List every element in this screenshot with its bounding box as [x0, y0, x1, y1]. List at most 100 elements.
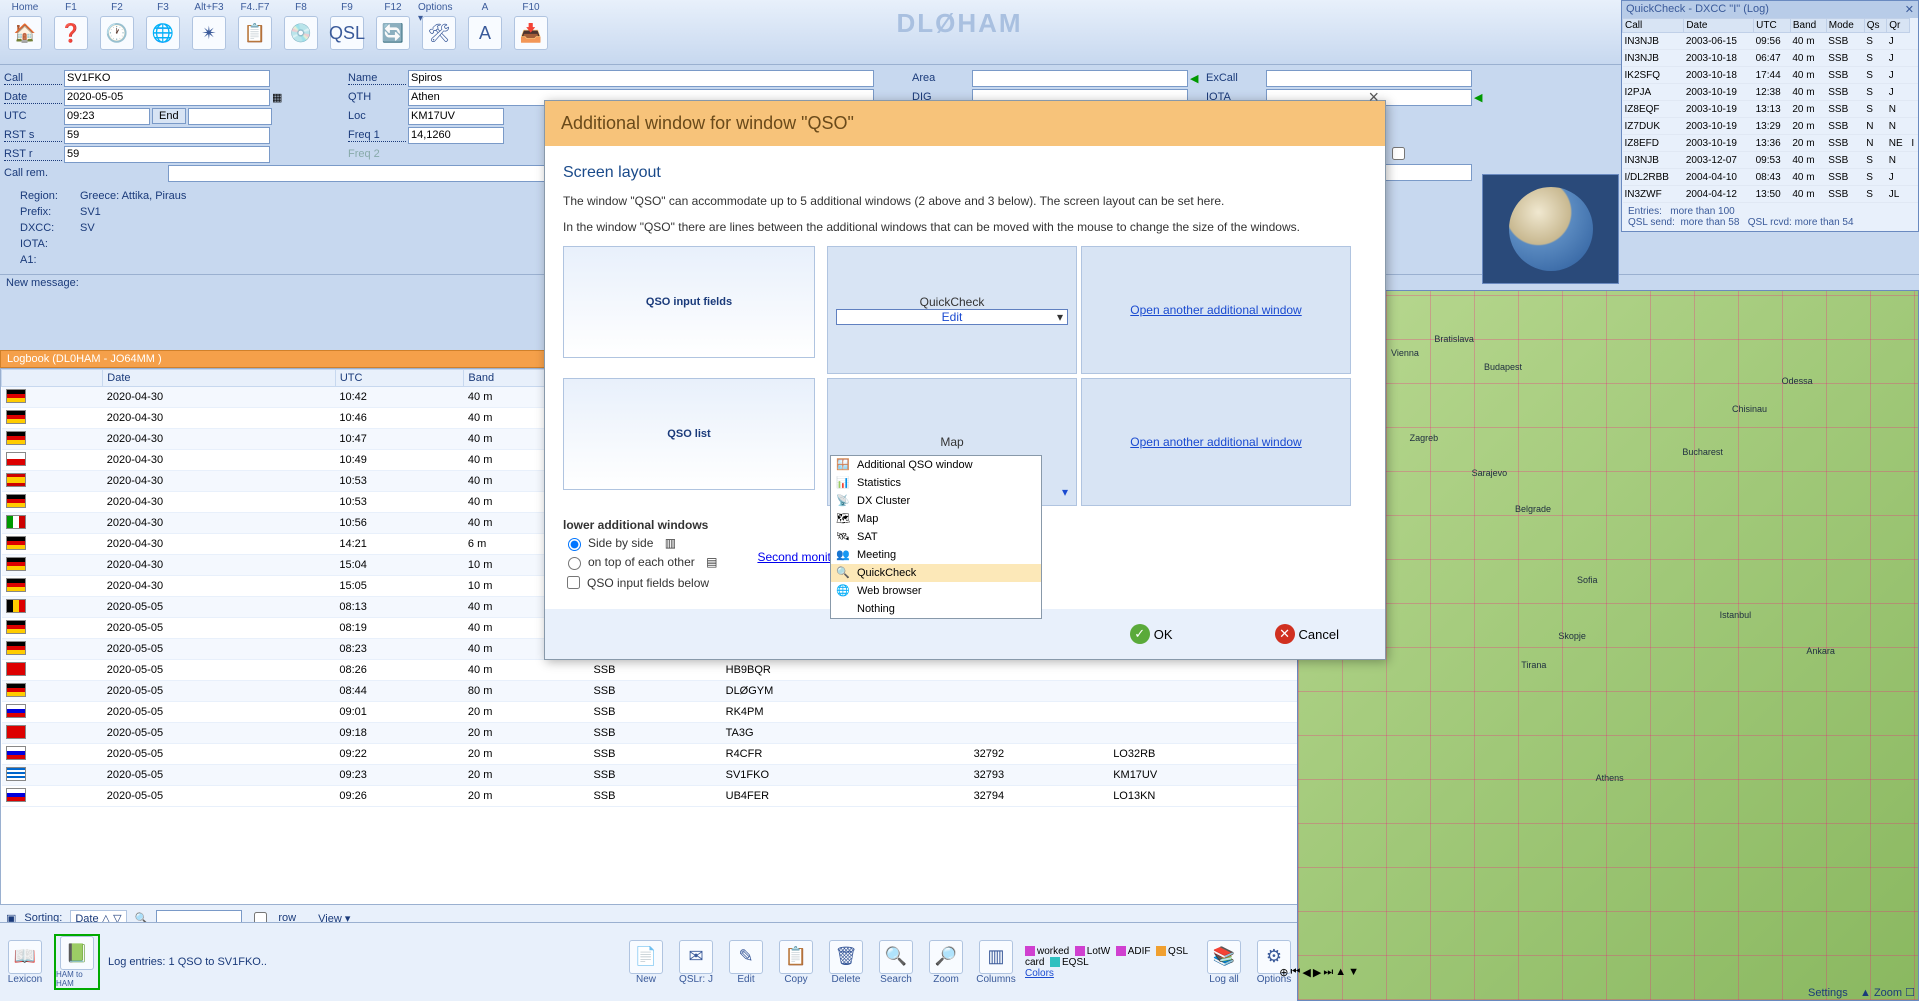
- area-dropdown-icon[interactable]: ◀: [1190, 72, 1198, 85]
- table-row[interactable]: 2020-05-0508:4480 mSSBDLØGYM: [2, 681, 1298, 702]
- search-button[interactable]: 🔍Search: [875, 940, 917, 985]
- map-up-icon[interactable]: ▲: [1335, 966, 1346, 979]
- map-zoom[interactable]: ▲ Zoom ☐: [1860, 987, 1915, 999]
- map-tool-icon[interactable]: ⊕: [1279, 966, 1288, 979]
- ontop-radio[interactable]: [568, 557, 581, 570]
- map-down-icon[interactable]: ▼: [1348, 966, 1359, 979]
- table-row[interactable]: 2020-05-0509:2220 mSSBR4CFR32792LO32RB: [2, 744, 1298, 765]
- table-row[interactable]: 2020-05-0508:2640 mSSBHB9BQR: [2, 660, 1298, 681]
- utc-end-input[interactable]: [188, 108, 272, 125]
- ok-checkbox[interactable]: [1392, 146, 1405, 161]
- map-prev-icon[interactable]: ◀: [1302, 966, 1310, 979]
- qc-row[interactable]: IZ7DUK2003-10-1913:2920 mSSBNN: [1623, 118, 1919, 135]
- ok-button[interactable]: ✓OK: [1124, 623, 1179, 645]
- dropdown-item[interactable]: 🔍QuickCheck: [831, 564, 1041, 582]
- rsts-label[interactable]: RST s: [4, 129, 62, 142]
- log-col[interactable]: Date: [103, 370, 336, 387]
- logall-button[interactable]: 📚Log all: [1203, 940, 1245, 985]
- colors-link[interactable]: Colors: [1025, 968, 1054, 979]
- dropdown-item[interactable]: Nothing: [831, 600, 1041, 618]
- qc-row[interactable]: IK2SFQ2003-10-1817:4440 mSSBSJ: [1623, 67, 1919, 84]
- map-last-icon[interactable]: ⏭: [1323, 966, 1333, 979]
- modal-close-icon[interactable]: ×: [1368, 87, 1379, 108]
- rstr-label[interactable]: RST r: [4, 148, 62, 161]
- toolbar-F3[interactable]: F3🌐: [142, 2, 184, 50]
- columns-button[interactable]: ▥Columns: [975, 940, 1017, 985]
- toolbar-Options ▾[interactable]: Options ▾🛠: [418, 2, 460, 50]
- ham2ham-button[interactable]: 📗HAM to HAM: [54, 934, 100, 990]
- toolbar-F2[interactable]: F2🕐: [96, 2, 138, 50]
- table-row[interactable]: 2020-05-0509:2320 mSSBSV1FKO32793KM17UV: [2, 765, 1298, 786]
- name-input[interactable]: [408, 70, 874, 87]
- lexicon-button[interactable]: 📖Lexicon: [4, 940, 46, 985]
- date-picker-icon[interactable]: ▦: [272, 91, 282, 104]
- quickcheck-close-icon[interactable]: ✕: [1905, 3, 1914, 16]
- qc-row[interactable]: IN3ZWF2004-04-1213:5040 mSSBSJL: [1623, 186, 1919, 203]
- zoom-button[interactable]: 🔎Zoom: [925, 940, 967, 985]
- rstr-input[interactable]: [64, 146, 270, 163]
- table-row[interactable]: 2020-05-0509:2620 mSSBUB4FER32794LO13KN: [2, 786, 1298, 807]
- map-edit-dropdown-icon[interactable]: ▾: [1062, 485, 1068, 499]
- qc-row[interactable]: IN3NJB2003-10-1806:4740 mSSBSJ: [1623, 50, 1919, 67]
- log-col[interactable]: UTC: [335, 370, 464, 387]
- map-controls[interactable]: Settings ▲ Zoom ☐: [1808, 986, 1915, 999]
- rsts-input[interactable]: [64, 127, 270, 144]
- copy-button[interactable]: 📋Copy: [775, 940, 817, 985]
- qc-row[interactable]: IZ8EFD2003-10-1913:3620 mSSBNNEI: [1623, 135, 1919, 152]
- qslr-button[interactable]: ✉QSLr: J: [675, 940, 717, 985]
- edit-button[interactable]: ✎Edit: [725, 940, 767, 985]
- utc-input[interactable]: [64, 108, 150, 125]
- dropdown-item[interactable]: 🛰SAT: [831, 528, 1041, 546]
- toolbar-F10[interactable]: F10📥: [510, 2, 552, 50]
- sidebyside-radio[interactable]: [568, 538, 581, 551]
- below-checkbox[interactable]: [567, 576, 580, 589]
- excall-input[interactable]: [1266, 70, 1472, 87]
- toolbar-A[interactable]: AA: [464, 2, 506, 50]
- dropdown-item[interactable]: 👥Meeting: [831, 546, 1041, 564]
- new-button[interactable]: 📄New: [625, 940, 667, 985]
- freq1-input[interactable]: [408, 127, 504, 144]
- dropdown-item[interactable]: 🌐Web browser: [831, 582, 1041, 600]
- open-another-link-2[interactable]: Open another additional window: [1130, 435, 1301, 449]
- dropdown-item[interactable]: 📊Statistics: [831, 474, 1041, 492]
- call-input[interactable]: [64, 70, 270, 87]
- freq1-label[interactable]: Freq 1: [348, 129, 406, 142]
- date-input[interactable]: [64, 89, 270, 106]
- area-input[interactable]: [972, 70, 1188, 87]
- call-label[interactable]: Call: [4, 72, 62, 85]
- log-col[interactable]: [2, 370, 103, 387]
- qc-row[interactable]: IZ8EQF2003-10-1913:1320 mSSBSN: [1623, 101, 1919, 118]
- toolbar-F4..F7[interactable]: F4..F7📋: [234, 2, 276, 50]
- toolbar-F9[interactable]: F9QSL: [326, 2, 368, 50]
- toolbar-F8[interactable]: F8💿: [280, 2, 322, 50]
- dropdown-item[interactable]: 🪟Additional QSO window: [831, 456, 1041, 474]
- quickcheck-edit-combo[interactable]: Edit: [836, 309, 1068, 325]
- toolbar-Home[interactable]: Home🏠: [4, 2, 46, 50]
- qc-row[interactable]: I2PJA2003-10-1912:3840 mSSBSJ: [1623, 84, 1919, 101]
- toolbar-F12[interactable]: F12🔄: [372, 2, 414, 50]
- dropdown-item[interactable]: 🗺Map: [831, 510, 1041, 528]
- table-row[interactable]: 2020-05-0509:0120 mSSBRK4PM: [2, 702, 1298, 723]
- open-another-link-1[interactable]: Open another additional window: [1130, 303, 1301, 317]
- table-row[interactable]: 2020-05-0509:1820 mSSBTA3G: [2, 723, 1298, 744]
- world-map[interactable]: ViennaBratislavaBudapestBelgradeBuchares…: [1297, 290, 1919, 1001]
- window-type-dropdown[interactable]: 🪟Additional QSO window📊Statistics📡DX Clu…: [830, 455, 1042, 619]
- quickcheck-label: QuickCheck: [920, 295, 985, 309]
- map-first-icon[interactable]: ⏮: [1290, 966, 1300, 979]
- map-next-icon[interactable]: ▶: [1313, 966, 1321, 979]
- date-label[interactable]: Date: [4, 91, 62, 104]
- map-nav: ⊕ ⏮ ◀ ▶ ⏭ ▲ ▼: [1279, 966, 1359, 979]
- delete-button[interactable]: 🗑Delete: [825, 940, 867, 985]
- qc-row[interactable]: I/DL2RBB2004-04-1008:4340 mSSBSJ: [1623, 169, 1919, 186]
- toolbar-F1[interactable]: F1❓: [50, 2, 92, 50]
- end-button[interactable]: End: [152, 108, 186, 124]
- qc-row[interactable]: IN3NJB2003-06-1509:5640 mSSBSJ: [1623, 33, 1919, 50]
- loc-input[interactable]: [408, 108, 504, 125]
- cancel-button[interactable]: ✕Cancel: [1269, 623, 1345, 645]
- iota-dropdown-icon[interactable]: ◀: [1474, 91, 1482, 104]
- dropdown-item[interactable]: 📡DX Cluster: [831, 492, 1041, 510]
- name-label[interactable]: Name: [348, 72, 406, 85]
- toolbar-Alt+F3[interactable]: Alt+F3✴: [188, 2, 230, 50]
- qc-row[interactable]: IN3NJB2003-12-0709:5340 mSSBSN: [1623, 152, 1919, 169]
- settings-link[interactable]: Settings: [1808, 987, 1848, 999]
